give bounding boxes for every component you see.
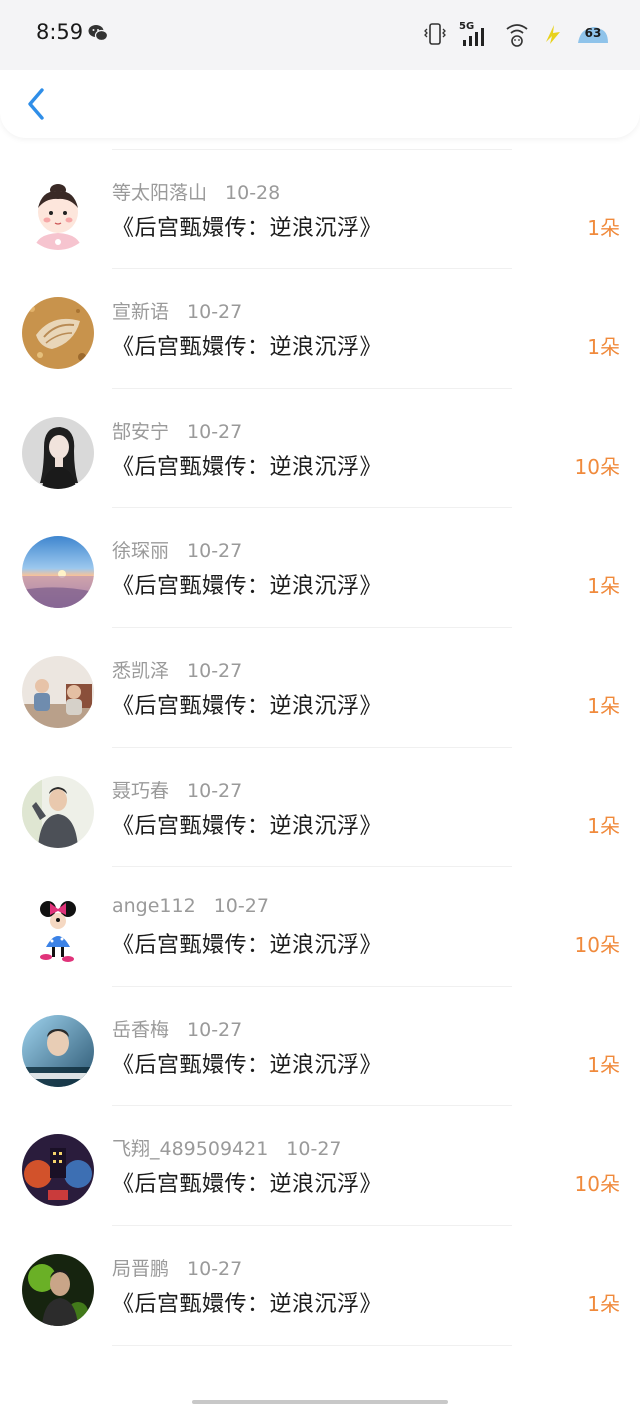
row-divider bbox=[112, 1344, 512, 1346]
list-item[interactable]: 岳香梅 10-27 《后宫甄嬛传：逆浪沉浮》 1朵 bbox=[0, 987, 640, 1107]
list-item[interactable]: ange112 10-27 《后宫甄嬛传：逆浪沉浮》 10朵 bbox=[0, 867, 640, 987]
row-meta: 飞翔_489509421 10-27 bbox=[112, 1134, 342, 1161]
battery-indicator: 63 bbox=[576, 23, 610, 45]
record-date: 10-27 bbox=[187, 420, 243, 443]
back-button[interactable] bbox=[18, 82, 54, 126]
signal-5g-icon: 5G bbox=[459, 21, 484, 46]
record-date: 10-27 bbox=[187, 1018, 243, 1041]
status-icons: 5G 63 bbox=[424, 18, 610, 50]
record-date: 10-27 bbox=[187, 301, 243, 324]
user-name[interactable]: 宣新语 bbox=[112, 301, 169, 323]
book-title: 《后宫甄嬛传：逆浪沉浮》 bbox=[112, 215, 383, 241]
user-name[interactable]: 等太阳落山 bbox=[112, 182, 207, 204]
row-meta: 悉凯泽 10-27 bbox=[112, 656, 242, 683]
avatar[interactable] bbox=[22, 775, 94, 848]
flower-count: 1朵 bbox=[587, 1292, 620, 1316]
row-meta: 宣新语 10-27 bbox=[112, 297, 242, 324]
record-date: 10-27 bbox=[187, 540, 243, 563]
row-meta: 等太阳落山 10-28 bbox=[112, 178, 280, 205]
status-bar: 8:59 5G 63 bbox=[0, 0, 640, 70]
status-time: 8:59 bbox=[36, 20, 84, 44]
row-meta: 徐琛丽 10-27 bbox=[112, 536, 242, 563]
list-item[interactable]: 飞翔_489509421 10-27 《后宫甄嬛传：逆浪沉浮》 10朵 bbox=[0, 1106, 640, 1226]
avatar[interactable] bbox=[22, 536, 94, 609]
book-title: 《后宫甄嬛传：逆浪沉浮》 bbox=[112, 1052, 383, 1078]
book-title: 《后宫甄嬛传：逆浪沉浮》 bbox=[112, 933, 383, 959]
list-item[interactable]: 郜安宁 10-27 《后宫甄嬛传：逆浪沉浮》 10朵 bbox=[0, 389, 640, 509]
charging-icon bbox=[546, 25, 560, 44]
book-title: 《后宫甄嬛传：逆浪沉浮》 bbox=[112, 1292, 383, 1317]
list-item[interactable]: 聂巧春 10-27 《后宫甄嬛传：逆浪沉浮》 1朵 bbox=[0, 748, 640, 868]
row-meta: 郜安宁 10-27 bbox=[112, 417, 242, 444]
record-date: 10-27 bbox=[187, 660, 243, 682]
flower-count: 10朵 bbox=[574, 933, 620, 958]
user-name[interactable]: 郜安宁 bbox=[112, 421, 169, 443]
list-item[interactable]: 等太阳落山 10-28 《后宫甄嬛传：逆浪沉浮》 1朵 bbox=[0, 150, 640, 270]
avatar[interactable] bbox=[22, 1254, 94, 1326]
flower-count: 1朵 bbox=[587, 694, 620, 718]
book-title: 《后宫甄嬛传：逆浪沉浮》 bbox=[112, 813, 383, 839]
user-name[interactable]: ange112 bbox=[112, 895, 196, 917]
flower-count: 1朵 bbox=[587, 1052, 620, 1077]
user-name[interactable]: 岳香梅 bbox=[112, 1019, 169, 1041]
flower-count: 1朵 bbox=[587, 574, 620, 599]
home-indicator[interactable] bbox=[192, 1400, 448, 1404]
flower-count: 10朵 bbox=[574, 1172, 620, 1197]
screen: 8:59 5G 63 等太阳落山 10-28 《后宫甄嬛传：逆浪沉浮》 1朵 宣… bbox=[0, 0, 640, 1408]
avatar[interactable] bbox=[22, 1134, 94, 1207]
user-name[interactable]: 聂巧春 bbox=[112, 780, 169, 802]
record-date: 10-27 bbox=[187, 1258, 243, 1280]
record-date: 10-27 bbox=[187, 779, 243, 802]
wifi-icon bbox=[506, 24, 528, 47]
vibrate-icon bbox=[424, 23, 446, 45]
list-item[interactable]: 局晋鹏 10-27 《后宫甄嬛传：逆浪沉浮》 1朵 bbox=[0, 1226, 640, 1346]
flower-count: 1朵 bbox=[587, 813, 620, 838]
avatar[interactable] bbox=[22, 656, 94, 728]
user-name[interactable]: 局晋鹏 bbox=[112, 1258, 169, 1280]
book-title: 《后宫甄嬛传：逆浪沉浮》 bbox=[112, 454, 383, 480]
book-title: 《后宫甄嬛传：逆浪沉浮》 bbox=[112, 1172, 383, 1198]
row-meta: 聂巧春 10-27 bbox=[112, 776, 242, 803]
user-name[interactable]: 悉凯泽 bbox=[112, 660, 169, 682]
user-name[interactable]: 飞翔_489509421 bbox=[112, 1138, 268, 1160]
avatar[interactable] bbox=[22, 297, 94, 370]
row-meta: ange112 10-27 bbox=[112, 895, 269, 917]
avatar[interactable] bbox=[22, 177, 94, 250]
record-date: 10-28 bbox=[225, 181, 281, 204]
avatar[interactable] bbox=[22, 1014, 94, 1087]
list-item[interactable]: 徐琛丽 10-27 《后宫甄嬛传：逆浪沉浮》 1朵 bbox=[0, 508, 640, 628]
record-date: 10-27 bbox=[286, 1138, 342, 1161]
flower-count: 1朵 bbox=[587, 335, 620, 360]
record-date: 10-27 bbox=[213, 895, 269, 918]
battery-level: 63 bbox=[584, 26, 602, 40]
row-meta: 岳香梅 10-27 bbox=[112, 1015, 242, 1042]
avatar[interactable] bbox=[22, 416, 94, 489]
flower-count: 10朵 bbox=[574, 454, 620, 479]
flower-count: 1朵 bbox=[587, 215, 620, 240]
row-meta: 局晋鹏 10-27 bbox=[112, 1254, 242, 1281]
book-title: 《后宫甄嬛传：逆浪沉浮》 bbox=[112, 574, 383, 600]
book-title: 《后宫甄嬛传：逆浪沉浮》 bbox=[112, 335, 383, 361]
svg-text:5G: 5G bbox=[459, 21, 474, 32]
user-name[interactable]: 徐琛丽 bbox=[112, 540, 169, 562]
book-title: 《后宫甄嬛传：逆浪沉浮》 bbox=[112, 694, 383, 719]
wechat-icon bbox=[88, 25, 108, 42]
list-item[interactable]: 悉凯泽 10-27 《后宫甄嬛传：逆浪沉浮》 1朵 bbox=[0, 628, 640, 748]
avatar[interactable] bbox=[22, 895, 94, 968]
list-item[interactable]: 宣新语 10-27 《后宫甄嬛传：逆浪沉浮》 1朵 bbox=[0, 269, 640, 389]
